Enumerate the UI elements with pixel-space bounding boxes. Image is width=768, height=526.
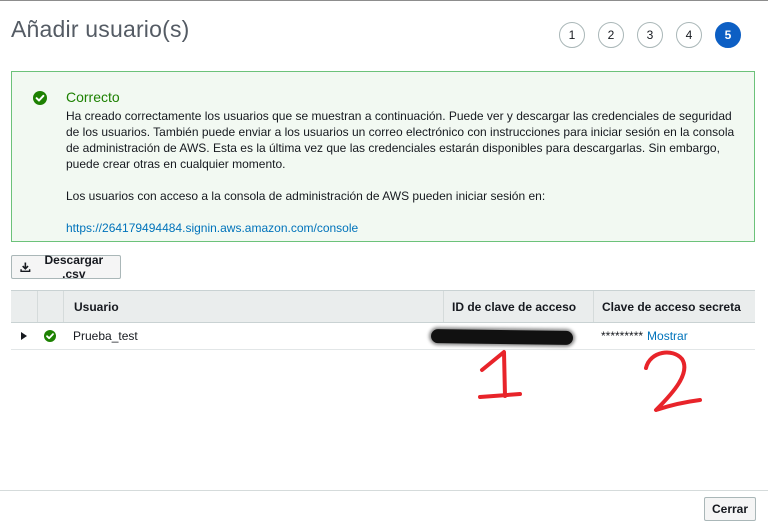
footer-divider <box>0 490 768 491</box>
annotation-1: 1 <box>478 350 522 399</box>
handwritten-annotations: 1 2 <box>478 350 702 412</box>
close-button[interactable]: Cerrar <box>704 497 756 521</box>
annotation-2: 2 <box>644 350 702 412</box>
